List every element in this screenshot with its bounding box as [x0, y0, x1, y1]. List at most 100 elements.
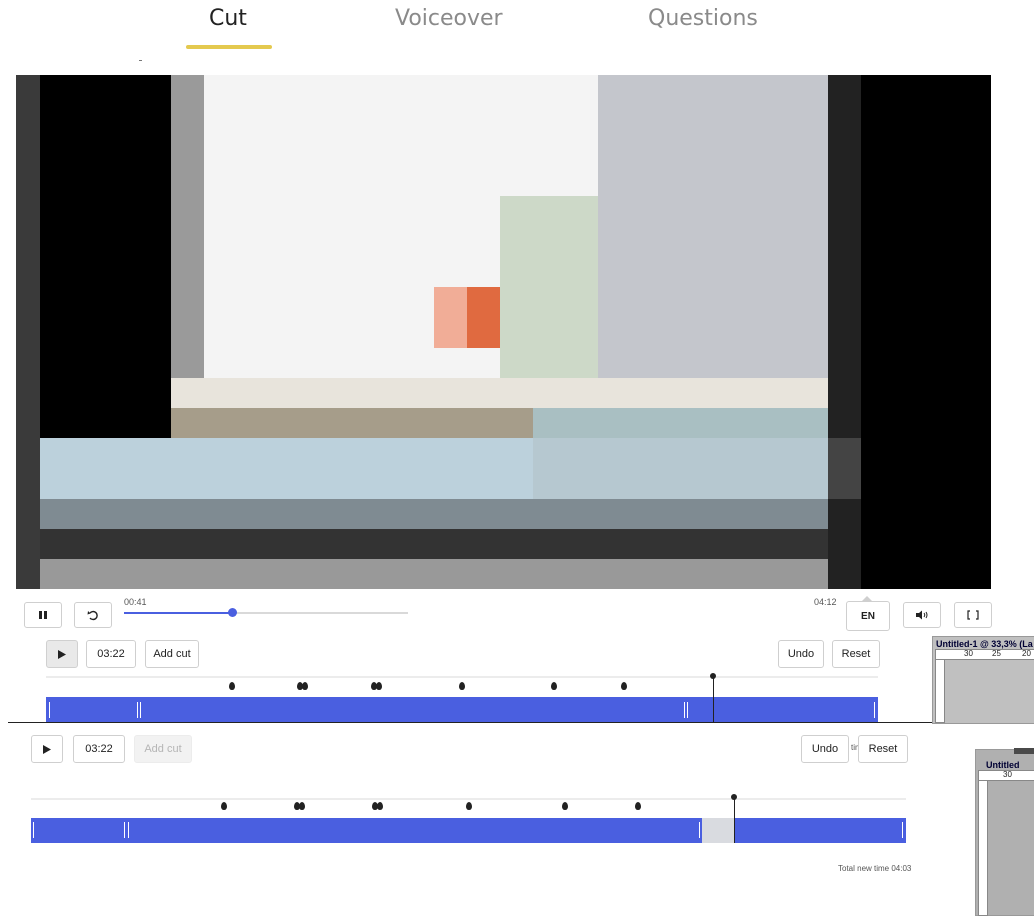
volume-button[interactable] [903, 602, 941, 628]
video-pixel [500, 438, 533, 469]
segment-boundary[interactable] [140, 702, 141, 718]
cut-marker-icon[interactable] [635, 802, 641, 810]
fullscreen-button[interactable] [954, 602, 992, 628]
ruler-label: 25 [992, 649, 1001, 658]
segment-boundary[interactable] [699, 822, 700, 838]
video-pixel [336, 317, 368, 348]
undo-button[interactable]: Undo [778, 640, 824, 668]
video-pixel [533, 317, 565, 348]
video-pixel [106, 227, 138, 257]
video-pixel [40, 469, 73, 499]
video-pixel [336, 257, 368, 287]
segment-boundary[interactable] [49, 702, 50, 718]
progress-handle[interactable] [228, 608, 237, 617]
language-button[interactable]: EN [846, 601, 890, 631]
cut-time-field[interactable]: 03:22 [86, 640, 136, 668]
cut-marker-icon[interactable] [621, 682, 627, 690]
tab-questions[interactable]: Questions [648, 6, 758, 31]
video-pixel [500, 196, 533, 227]
video-pixel [336, 348, 368, 378]
video-pixel [861, 136, 894, 166]
video-pixel [434, 196, 467, 227]
replay-button[interactable] [74, 602, 112, 628]
segment-boundary[interactable] [874, 702, 875, 718]
video-pixel [171, 348, 204, 378]
video-pixel [763, 105, 795, 136]
video-pixel [204, 196, 237, 227]
segment-boundary[interactable] [902, 822, 903, 838]
playhead-handle-2[interactable] [731, 794, 737, 800]
video-pixel [565, 408, 598, 438]
segment-boundary[interactable] [33, 822, 34, 838]
video-pixel [434, 227, 467, 257]
video-pixel [138, 408, 171, 438]
video-pixel [795, 257, 828, 287]
playhead-handle[interactable] [710, 673, 716, 679]
reset-button-2[interactable]: Reset [858, 735, 908, 763]
cut-marker-icon[interactable] [299, 802, 305, 810]
video-pixel [697, 499, 730, 529]
video-pixel [336, 499, 368, 529]
cut-marker-icon[interactable] [551, 682, 557, 690]
video-pixel [894, 469, 927, 499]
video-pixel [138, 469, 171, 499]
video-pixel [368, 75, 401, 105]
add-cut-button-disabled[interactable]: Add cut [134, 735, 192, 763]
timeline-segment[interactable] [46, 697, 878, 723]
tab-voiceover[interactable]: Voiceover [395, 6, 503, 31]
segment-boundary[interactable] [128, 822, 129, 838]
cut-time-field-2[interactable]: 03:22 [73, 735, 125, 763]
play-button-2[interactable] [31, 735, 63, 763]
segment-boundary[interactable] [124, 822, 125, 838]
cut-marker-icon[interactable] [376, 682, 382, 690]
video-pixel [434, 257, 467, 287]
cut-marker-icon[interactable] [459, 682, 465, 690]
video-pixel [565, 469, 598, 499]
video-pixel [171, 257, 204, 287]
video-pixel [927, 166, 959, 196]
timeline-playhead[interactable] [713, 677, 714, 723]
video-pixel [959, 227, 991, 257]
reset-button[interactable]: Reset [832, 640, 880, 668]
tab-cut[interactable]: Cut [209, 6, 247, 31]
video-pixel [138, 196, 171, 227]
segment-boundary[interactable] [687, 702, 688, 718]
video-pixel [763, 136, 795, 166]
video-pixel [106, 378, 138, 408]
video-pixel [861, 105, 894, 136]
video-pixel [598, 257, 631, 287]
panel-collapse-icon[interactable] [1014, 748, 1034, 754]
video-pixel [565, 559, 598, 589]
cut-marker-icon[interactable] [562, 802, 568, 810]
cut-marker-icon[interactable] [221, 802, 227, 810]
video-pixel [106, 559, 138, 589]
video-pixel [16, 348, 40, 378]
video-pixel [697, 408, 730, 438]
pause-button[interactable] [24, 602, 62, 628]
video-pixel [270, 469, 303, 499]
timeline-segment-2a[interactable] [31, 818, 702, 843]
video-pixel [959, 287, 991, 317]
video-pixel [861, 408, 894, 438]
video-pixel [16, 227, 40, 257]
video-pixel [533, 75, 565, 105]
segment-boundary[interactable] [137, 702, 138, 718]
video-pixel [270, 136, 303, 166]
undo-button-2[interactable]: Undo [801, 735, 849, 763]
play-button[interactable] [46, 640, 78, 668]
segment-boundary[interactable] [684, 702, 685, 718]
cut-marker-icon[interactable] [302, 682, 308, 690]
video-pixel [237, 348, 270, 378]
add-cut-button[interactable]: Add cut [145, 640, 199, 668]
video-pixel [763, 227, 795, 257]
cut-marker-icon[interactable] [229, 682, 235, 690]
cut-marker-icon[interactable] [377, 802, 383, 810]
video-pixel [598, 105, 631, 136]
video-player[interactable] [16, 75, 991, 589]
timeline-playhead-2[interactable] [734, 798, 735, 843]
video-pixel [959, 559, 991, 589]
video-pixel [138, 559, 171, 589]
timeline-segment-2b[interactable] [734, 818, 906, 843]
cut-marker-icon[interactable] [466, 802, 472, 810]
video-pixel [565, 499, 598, 529]
